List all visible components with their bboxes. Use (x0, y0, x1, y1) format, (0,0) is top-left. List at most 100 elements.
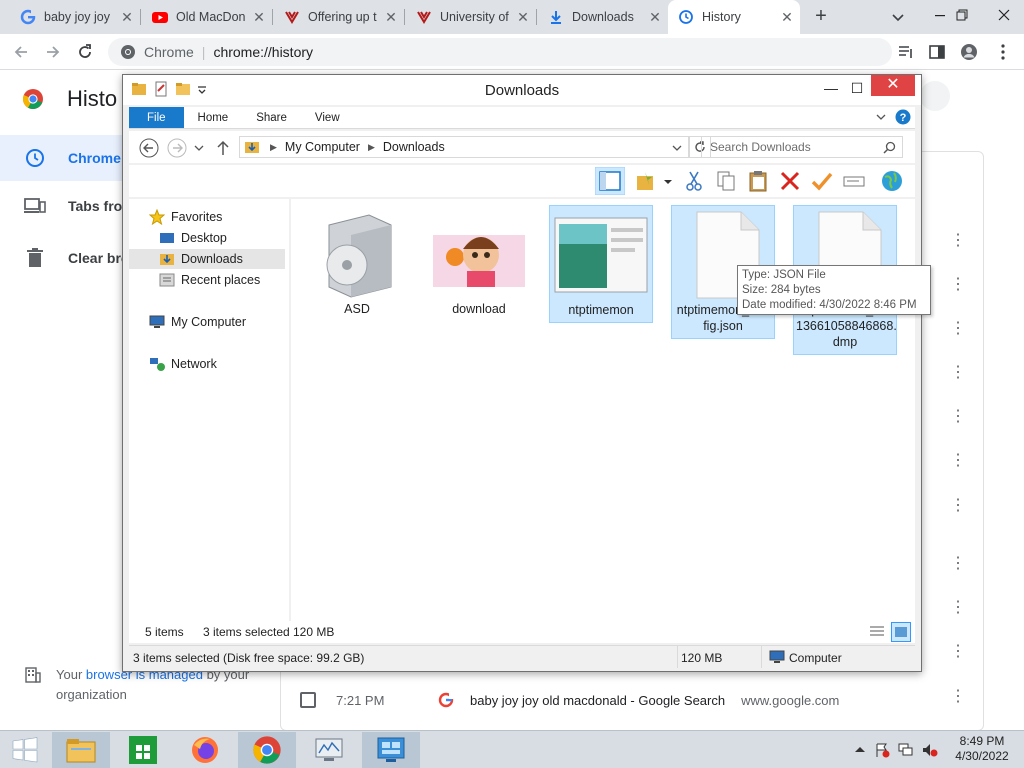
explorer-maximize-button[interactable]: ☐ (843, 77, 871, 99)
nav-downloads[interactable]: Downloads (129, 249, 285, 269)
ribbon-tab-file[interactable]: File (129, 107, 184, 128)
help-icon[interactable]: ? (895, 109, 911, 125)
explorer-close-button[interactable]: ✕ (871, 75, 915, 96)
entry-checkbox[interactable] (300, 692, 316, 708)
store-icon (129, 736, 157, 764)
paste-icon[interactable] (747, 170, 769, 192)
address-dropdown-icon[interactable] (672, 143, 682, 153)
system-clock[interactable]: 8:49 PM 4/30/2022 (950, 734, 1014, 764)
explorer-search-input[interactable]: Search Downloads (701, 136, 903, 158)
explorer-back-icon[interactable] (139, 138, 159, 158)
preview-pane-icon[interactable] (595, 167, 625, 195)
volume-muted-icon[interactable] (922, 742, 938, 758)
show-hidden-icons-icon[interactable] (852, 742, 868, 758)
close-tab-icon[interactable]: ✕ (120, 10, 134, 24)
globe-icon[interactable] (881, 170, 903, 192)
close-tab-icon[interactable]: ✕ (516, 10, 530, 24)
file-item-download[interactable]: download (427, 205, 531, 321)
file-name: ntptimemon (568, 303, 634, 317)
address-bar[interactable]: ▶ My Computer ▶ Downloads (239, 136, 689, 158)
tab-downloads[interactable]: Downloads ✕ (538, 0, 668, 34)
copy-icon[interactable] (715, 170, 737, 192)
tab-offering-up[interactable]: Offering up t ✕ (274, 0, 404, 34)
history-entry-row[interactable]: 7:21 PM baby joy joy old macdonald - Goo… (300, 685, 1000, 715)
start-button[interactable] (0, 732, 50, 768)
taskbar-store[interactable] (114, 732, 172, 768)
taskbar-monitor[interactable] (300, 732, 358, 768)
row-menu-icon[interactable]: ⋮ (950, 277, 966, 293)
nav-network[interactable]: Network (149, 354, 217, 374)
nav-desktop[interactable]: Desktop (159, 228, 227, 248)
file-name-line: fig.json (703, 319, 743, 333)
entry-title[interactable]: baby joy joy old macdonald - Google Sear… (470, 693, 725, 708)
dropdown-arrow-icon[interactable] (663, 170, 673, 192)
ribbon-tab-share[interactable]: Share (242, 107, 301, 128)
recent-locations-icon[interactable] (193, 138, 205, 158)
close-tab-icon[interactable]: ✕ (252, 10, 266, 24)
folder-options-icon[interactable] (635, 170, 657, 192)
row-menu-icon[interactable]: ⋮ (950, 365, 966, 381)
close-tab-icon[interactable]: ✕ (648, 10, 662, 24)
close-tab-icon[interactable]: ✕ (384, 10, 398, 24)
back-arrow-icon[interactable] (12, 43, 30, 61)
close-window-button[interactable] (984, 0, 1024, 30)
expand-ribbon-icon[interactable] (875, 111, 887, 123)
select-checkmark-icon[interactable] (811, 170, 833, 192)
tab-baby-joy-joy[interactable]: baby joy joy ✕ (10, 0, 140, 34)
breadcrumb-arrow[interactable]: ▶ (270, 142, 277, 153)
network-status-icon[interactable] (898, 742, 914, 758)
row-menu-icon[interactable]: ⋮ (950, 644, 966, 660)
row-menu-icon[interactable]: ⋮ (950, 233, 966, 249)
profile-avatar-icon[interactable] (960, 43, 978, 61)
large-icons-view-icon[interactable] (891, 622, 911, 642)
omnibox[interactable]: Chrome | chrome://history (108, 38, 892, 66)
tab-old-macdonald[interactable]: Old MacDon ✕ (142, 0, 272, 34)
ribbon-tab-home[interactable]: Home (184, 107, 243, 128)
search-placeholder: Search Downloads (710, 140, 811, 154)
row-menu-icon[interactable]: ⋮ (950, 409, 966, 425)
row-menu-icon[interactable]: ⋮ (950, 556, 966, 572)
file-item-ntptimemon[interactable]: ntptimemon (549, 205, 653, 323)
restore-button[interactable] (942, 0, 982, 30)
forward-arrow-icon[interactable] (44, 43, 62, 61)
row-menu-icon[interactable]: ⋮ (950, 600, 966, 616)
explorer-minimize-button[interactable]: — (817, 77, 845, 99)
media-queue-icon[interactable] (897, 43, 915, 61)
taskbar-firefox[interactable] (176, 732, 234, 768)
row-menu-icon[interactable]: ⋮ (950, 453, 966, 469)
ribbon-tab-view[interactable]: View (301, 107, 354, 128)
new-tab-button[interactable]: + (810, 6, 832, 28)
row-menu-icon[interactable]: ⋮ (950, 498, 966, 514)
up-arrow-icon[interactable] (215, 138, 231, 158)
tab-university[interactable]: University of ✕ (406, 0, 536, 34)
history-search-button[interactable] (920, 81, 950, 111)
cut-icon[interactable] (683, 170, 705, 192)
side-panel-icon[interactable] (928, 43, 946, 61)
breadcrumb-arrow[interactable]: ▶ (368, 142, 375, 153)
close-tab-icon[interactable]: ✕ (780, 10, 794, 24)
computer-icon (149, 315, 165, 328)
nav-label: Favorites (171, 210, 223, 224)
breadcrumb-my-computer[interactable]: My Computer (285, 140, 360, 154)
tab-history[interactable]: History ✕ (668, 0, 800, 34)
details-view-icon[interactable] (869, 625, 885, 639)
action-center-flag-icon[interactable] (874, 742, 890, 758)
taskbar-file-explorer[interactable] (52, 732, 110, 768)
file-info-tooltip: Type: JSON File Size: 284 bytes Date mod… (737, 265, 931, 315)
nav-my-computer[interactable]: My Computer (149, 312, 246, 332)
file-item-asd[interactable]: ASD (305, 205, 409, 321)
delete-icon[interactable] (779, 170, 801, 192)
rename-icon[interactable] (843, 170, 865, 192)
menu-kebab-icon[interactable] (994, 43, 1012, 61)
nav-label: Desktop (181, 231, 227, 245)
row-menu-icon[interactable]: ⋮ (950, 321, 966, 337)
taskbar-chrome[interactable] (238, 732, 296, 768)
reload-icon[interactable] (76, 43, 94, 61)
taskbar-control-panel[interactable] (362, 732, 420, 768)
explorer-title-bar[interactable]: Downloads — ☐ ✕ (123, 75, 921, 105)
nav-favorites[interactable]: Favorites (149, 207, 222, 227)
explorer-forward-icon[interactable] (167, 138, 187, 158)
nav-recent-places[interactable]: Recent places (159, 270, 260, 290)
breadcrumb-downloads[interactable]: Downloads (383, 140, 445, 154)
tab-search-chevron-icon[interactable] (890, 9, 906, 25)
